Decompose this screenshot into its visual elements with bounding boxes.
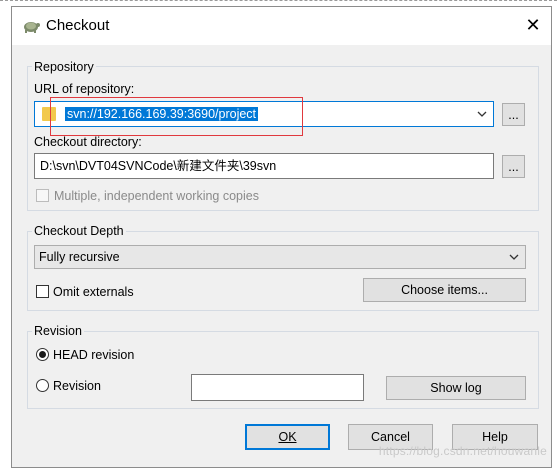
ok-button[interactable]: OK: [245, 424, 330, 450]
omit-externals-label: Omit externals: [53, 285, 134, 299]
tortoise-svn-icon: [21, 16, 41, 36]
highlight-box: [50, 97, 303, 136]
watermark-text: https://blog.csdn.net/houwanle: [378, 444, 547, 458]
omit-externals-checkbox[interactable]: [36, 285, 49, 298]
dir-browse-button[interactable]: ...: [502, 155, 525, 178]
depth-select[interactable]: Fully recursive: [34, 245, 526, 269]
url-label: URL of repository:: [34, 82, 135, 96]
revision-group-label: Revision: [32, 323, 84, 339]
depth-selected-value: Fully recursive: [39, 250, 120, 264]
choose-items-button[interactable]: Choose items...: [363, 278, 526, 302]
head-revision-radio[interactable]: [36, 348, 49, 361]
chevron-down-icon[interactable]: [505, 246, 523, 268]
checkout-directory-label: Checkout directory:: [34, 135, 142, 149]
multiple-working-copies-checkbox[interactable]: [36, 189, 49, 202]
close-icon[interactable]: ✕: [522, 14, 544, 36]
revision-radio[interactable]: [36, 379, 49, 392]
url-browse-button[interactable]: ...: [502, 103, 525, 126]
checkout-directory-value[interactable]: D:\svn\DVT04SVNCode\新建文件夹\39svn: [36, 157, 486, 175]
dialog-title: Checkout: [46, 17, 110, 34]
checkout-directory-field[interactable]: D:\svn\DVT04SVNCode\新建文件夹\39svn: [34, 153, 494, 179]
ok-button-label: OK: [278, 430, 297, 444]
radio-selected-dot: [39, 351, 46, 358]
multiple-working-copies-label: Multiple, independent working copies: [54, 189, 259, 203]
revision-input[interactable]: [191, 374, 364, 401]
repository-group-label: Repository: [32, 59, 96, 75]
checkout-depth-group-label: Checkout Depth: [32, 223, 126, 239]
revision-label: Revision: [53, 379, 101, 393]
head-revision-label: HEAD revision: [53, 348, 135, 362]
screenshot-top-edge: [0, 0, 557, 3]
show-log-button[interactable]: Show log: [386, 376, 526, 400]
chevron-down-icon[interactable]: [473, 102, 491, 126]
